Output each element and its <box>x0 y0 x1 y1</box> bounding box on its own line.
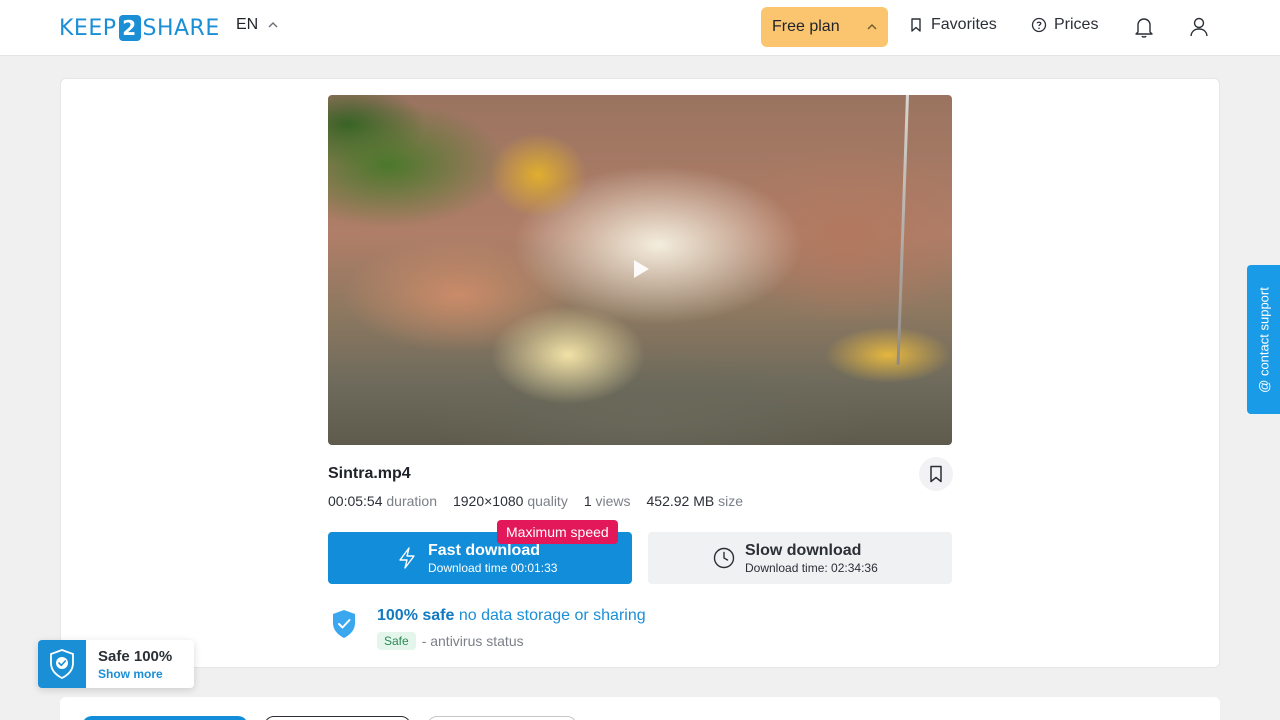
safe-widget-text: Safe 100% Show more <box>86 640 172 688</box>
bookmark-button[interactable] <box>919 457 953 491</box>
tab-peek-active[interactable] <box>82 716 248 720</box>
quality-value: 1920×1080 <box>452 493 524 509</box>
fast-download-time: Download time 00:01:33 <box>428 561 558 575</box>
plan-label: Free plan <box>772 18 840 35</box>
help-circle-icon <box>1031 17 1047 33</box>
maximum-speed-badge: Maximum speed <box>497 520 618 544</box>
safe-widget-icon-box <box>38 640 86 688</box>
logo-share: SHARE <box>142 15 220 41</box>
safe-widget[interactable]: Safe 100% Show more <box>38 640 194 688</box>
slow-download-button[interactable]: Slow download Download time: 02:34:36 <box>648 532 952 584</box>
video-preview[interactable] <box>328 95 952 445</box>
views-label: views <box>595 493 631 509</box>
clock-icon <box>713 547 735 569</box>
safety-statement: 100% safe no data storage or sharing <box>377 607 646 625</box>
lightning-icon <box>399 547 415 569</box>
duration-label: duration <box>386 493 437 509</box>
site-logo[interactable]: KEEP 2 SHARE <box>59 14 220 42</box>
shield-check-icon <box>333 610 355 638</box>
shield-check-icon <box>50 649 74 679</box>
safety-rest: no data storage or sharing <box>454 607 646 624</box>
chevron-up-icon <box>867 24 877 30</box>
antivirus-status: Safe - antivirus status <box>377 632 524 650</box>
free-plan-button[interactable]: Free plan <box>761 7 888 47</box>
file-name: Sintra.mp4 <box>328 465 411 482</box>
prices-label: Prices <box>1054 16 1099 33</box>
top-header: KEEP 2 SHARE EN Free plan Favorites Pric… <box>0 0 1280 56</box>
file-meta: 00:05:54 duration 1920×1080 quality 1 vi… <box>328 493 759 509</box>
fast-download-title: Fast download <box>428 542 540 559</box>
user-icon[interactable] <box>1188 15 1210 39</box>
chevron-up-icon <box>268 22 278 28</box>
tab-peek-third[interactable] <box>427 716 577 720</box>
meta-quality: 1920×1080 quality <box>453 493 568 509</box>
safety-bold: 100% safe <box>377 607 455 624</box>
slow-download-title: Slow download <box>745 542 862 559</box>
safe-widget-title: Safe 100% <box>98 648 173 665</box>
favorites-label: Favorites <box>931 16 997 33</box>
meta-views: 1 views <box>584 493 631 509</box>
quality-label: quality <box>527 493 568 509</box>
language-label: EN <box>236 16 259 33</box>
size-label: size <box>718 493 744 509</box>
logo-two: 2 <box>118 15 141 41</box>
slow-download-time: Download time: 02:34:36 <box>745 561 878 575</box>
contact-support-label: @ contact support <box>1256 286 1271 393</box>
size-value: 452.92 MB <box>646 493 715 509</box>
meta-size: 452.92 MB size <box>647 493 744 509</box>
show-more-link[interactable]: Show more <box>98 667 172 681</box>
bell-icon[interactable] <box>1133 15 1155 39</box>
language-selector[interactable]: EN <box>236 16 278 34</box>
meta-duration: 00:05:54 duration <box>328 493 437 509</box>
logo-keep: KEEP <box>59 15 117 41</box>
safe-pill: Safe <box>377 632 416 650</box>
views-value: 1 <box>583 493 592 509</box>
tab-peek-second[interactable] <box>264 716 411 720</box>
antivirus-status-label: - antivirus status <box>421 633 524 649</box>
nav-favorites[interactable]: Favorites <box>908 16 997 34</box>
nav-prices[interactable]: Prices <box>1031 16 1098 34</box>
play-icon[interactable] <box>634 260 649 278</box>
contact-support-tab[interactable]: @ contact support <box>1247 265 1280 414</box>
bookmark-icon <box>930 465 942 483</box>
video-detail <box>896 95 909 365</box>
bookmark-icon <box>911 18 921 32</box>
duration-value: 00:05:54 <box>328 493 383 509</box>
